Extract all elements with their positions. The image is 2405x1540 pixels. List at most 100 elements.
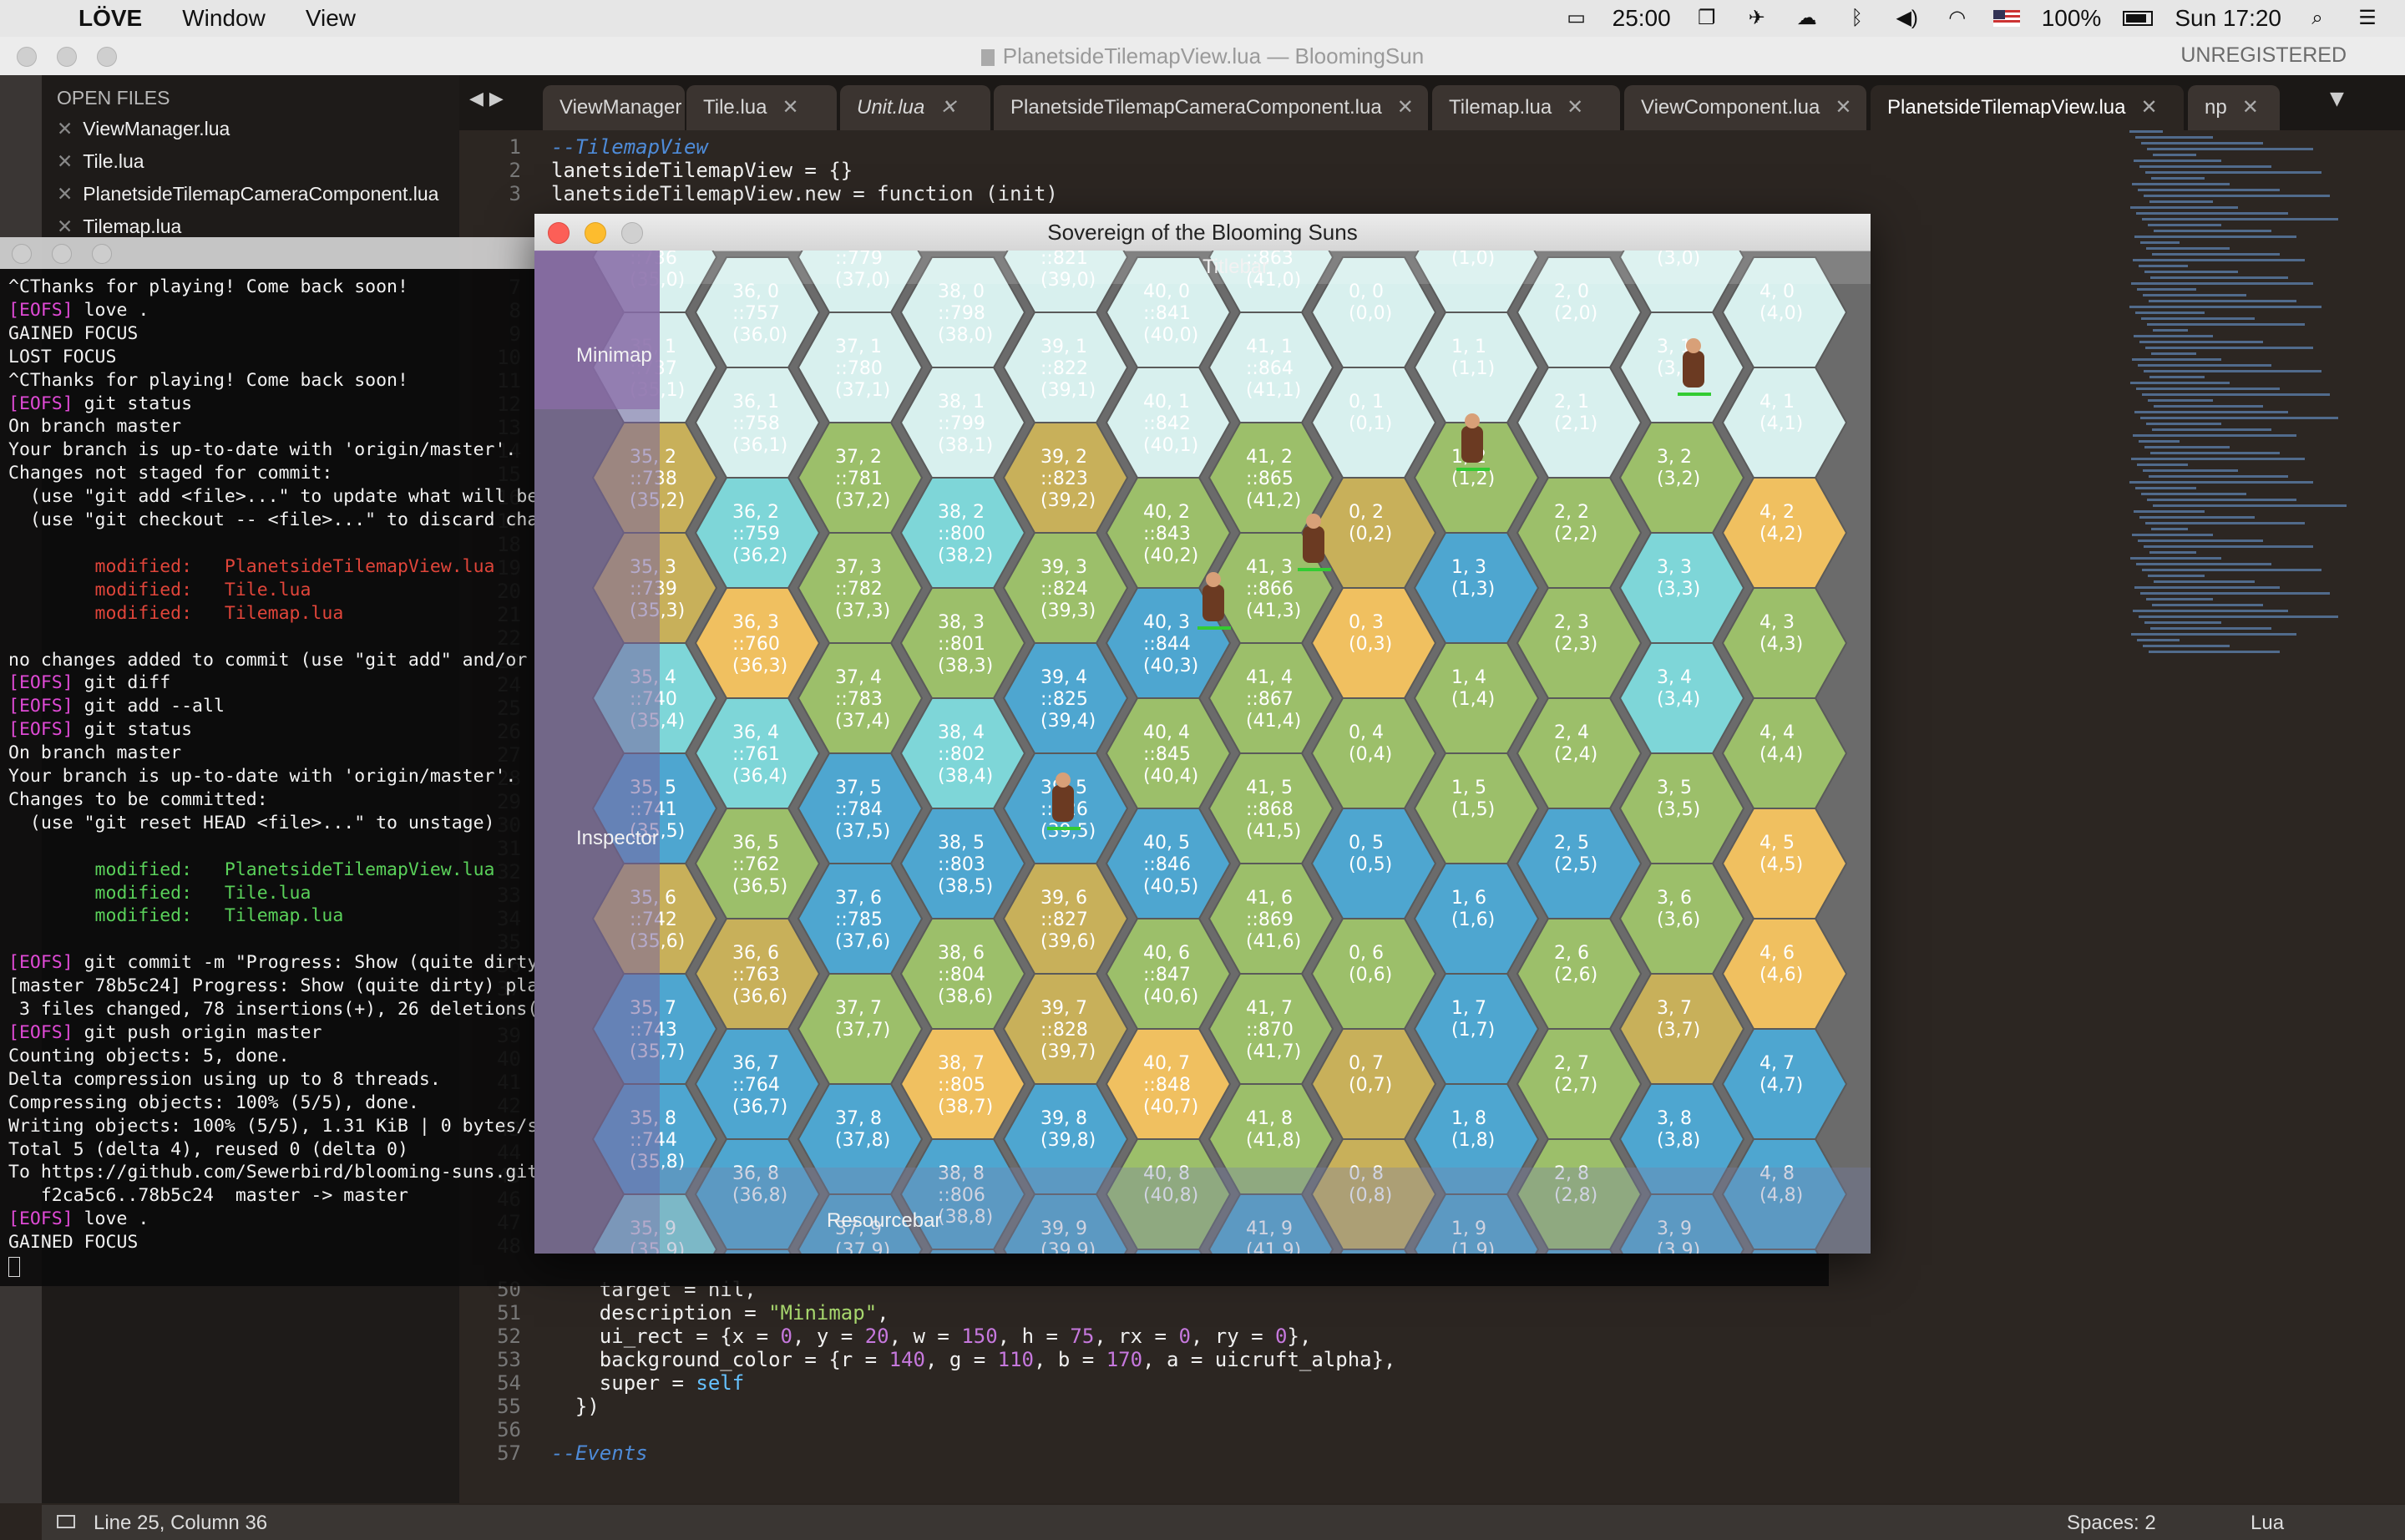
hex-label: 39, 6: [1040, 888, 1087, 909]
minimap-line: [2135, 312, 2205, 314]
hex-label: (38,1): [938, 435, 993, 456]
tab-dropdown-icon[interactable]: ▼: [2330, 89, 2344, 109]
wifi-icon[interactable]: ◠: [1943, 8, 1972, 29]
tab-label: Tilemap.lua: [1449, 96, 1552, 119]
close-icon[interactable]: ✕: [1397, 96, 1414, 119]
notification-center-icon[interactable]: ☰: [2353, 8, 2382, 29]
hex-label: 40, 7: [1143, 1053, 1190, 1074]
minimap-panel[interactable]: [534, 251, 660, 409]
tab-tile[interactable]: Tile.lua ✕: [686, 85, 837, 130]
indentation-setting[interactable]: Spaces: 2: [2067, 1512, 2156, 1535]
hex-label: (39,1): [1040, 380, 1096, 401]
tab-planetside-tilemap-view[interactable]: PlanetsideTilemapView.lua ✕: [1871, 85, 2184, 130]
sidebar-file[interactable]: ✕ ViewManager.lua: [42, 113, 459, 145]
hex-label: (36,2): [732, 545, 787, 566]
close-icon[interactable]: ✕: [57, 215, 73, 237]
menu-window[interactable]: Window: [162, 5, 286, 32]
minimap-line: [2129, 130, 2163, 133]
terminal-line: To https://github.com/Sewerbird/blooming…: [8, 1161, 581, 1184]
minimap-line: [2146, 598, 2213, 600]
minimap-line: [2154, 580, 2255, 583]
minimap-line: [2141, 317, 2255, 320]
terminal-line: 3 files changed, 78 insertions(+), 26 de…: [8, 998, 581, 1021]
code-line[interactable]: lanetsideTilemapView.new = function (ini…: [551, 182, 1058, 205]
bluetooth-icon[interactable]: ᛒ: [1843, 8, 1871, 29]
close-button[interactable]: [12, 244, 32, 264]
code-line[interactable]: background_color = {r = 140, g = 110, b …: [551, 1348, 1396, 1371]
line-number: 54: [497, 1371, 521, 1395]
terminal-text: ^CThanks for playing! Come back soon!: [8, 369, 408, 391]
hex-label: 2, 2: [1554, 502, 1589, 523]
app-menu[interactable]: LÖVE: [58, 5, 162, 32]
screen-icon[interactable]: ▭: [1562, 8, 1591, 29]
hex-label: 4, 5: [1759, 833, 1795, 854]
line-number: 52: [497, 1325, 521, 1348]
hex-label: (37,8): [835, 1130, 890, 1151]
hex-label: ::870: [1246, 1020, 1294, 1041]
close-icon[interactable]: ✕: [2141, 96, 2158, 119]
flag-icon[interactable]: [1992, 10, 2020, 27]
hex-label: 37, 2: [835, 447, 882, 468]
code-line[interactable]: description = "Minimap",: [551, 1301, 889, 1325]
tab-overflow[interactable]: np ✕: [2188, 85, 2280, 130]
telegram-icon[interactable]: ✈: [1743, 8, 1771, 29]
close-icon[interactable]: ✕: [2242, 96, 2259, 119]
sidebar-file[interactable]: ✕ Tile.lua: [42, 145, 459, 178]
code-line[interactable]: lanetsideTilemapView = {}: [551, 159, 853, 182]
close-icon[interactable]: ✕: [939, 96, 956, 119]
code-line[interactable]: --Events: [551, 1441, 648, 1465]
hex-label: 4, 1: [1759, 392, 1795, 413]
terminal-output[interactable]: ^CThanks for playing! Come back soon! [EO…: [8, 276, 581, 1278]
search-icon[interactable]: ⌕: [2303, 8, 2332, 29]
volume-icon[interactable]: ◀): [1893, 8, 1921, 29]
terminal-text: modified: PlanetsideTilemapView.lua: [8, 555, 495, 577]
hex-label: (3,5): [1657, 799, 1700, 820]
hex-label: 39, 3: [1040, 557, 1087, 578]
hex-label: (0,2): [1349, 524, 1392, 545]
code-minimap[interactable]: [2121, 130, 2355, 665]
close-icon[interactable]: ✕: [57, 150, 73, 172]
hex-label: (39,5): [1040, 821, 1096, 842]
hex-label: (3,6): [1657, 909, 1700, 930]
tab-unit[interactable]: Unit.lua ✕: [840, 85, 990, 130]
terminal-prompt: [EOFS]: [8, 952, 73, 974]
code-line[interactable]: ui_rect = {x = 0, y = 20, w = 150, h = 7…: [551, 1325, 1312, 1348]
game-canvas[interactable]: 35, 0::736(35,0)35, 1::737(35,1)35, 2::7…: [534, 251, 1871, 1254]
minimap-line: [2129, 481, 2313, 484]
panel-toggle-icon[interactable]: [57, 1515, 75, 1528]
close-icon[interactable]: ✕: [57, 118, 73, 139]
chat-icon[interactable]: ☁: [1793, 8, 1821, 29]
minimap-line: [2138, 540, 2263, 542]
minimap-line: [2139, 265, 2188, 267]
minimap-line: [2135, 136, 2213, 139]
sidebar-file[interactable]: ✕ PlanetsideTilemapCameraComponent.lua: [42, 178, 459, 210]
code-line[interactable]: }): [551, 1395, 600, 1418]
minimap-line: [2150, 627, 2271, 630]
code-line[interactable]: super = self: [551, 1371, 744, 1395]
terminal-line: ^CThanks for playing! Come back soon!: [8, 369, 581, 393]
code-line[interactable]: --TilemapView: [551, 135, 708, 159]
tab-viewcomponent[interactable]: ViewComponent.lua ✕: [1624, 85, 1866, 130]
menu-view[interactable]: View: [286, 5, 376, 32]
syntax-setting[interactable]: Lua: [2251, 1512, 2284, 1535]
clock-label[interactable]: Sun 17:20: [2175, 5, 2281, 32]
close-icon[interactable]: ✕: [1567, 96, 1583, 119]
hex-label: ::848: [1143, 1075, 1191, 1096]
tab-viewmanager[interactable]: ViewManager: [543, 85, 685, 130]
zoom-button[interactable]: [92, 244, 112, 264]
unit-head: [1056, 773, 1071, 788]
close-icon[interactable]: ✕: [57, 183, 73, 205]
hex-tilemap[interactable]: 35, 0::736(35,0)35, 1::737(35,1)35, 2::7…: [534, 251, 1871, 1254]
tab-tilemap[interactable]: Tilemap.lua ✕: [1432, 85, 1620, 130]
close-icon[interactable]: ✕: [782, 96, 798, 119]
close-icon[interactable]: ✕: [1835, 96, 1851, 119]
tab-camera-component[interactable]: PlanetsideTilemapCameraComponent.lua ✕: [994, 85, 1428, 130]
hex-label: ::804: [938, 965, 985, 985]
timer-label[interactable]: 25:00: [1613, 5, 1671, 32]
terminal-text: LOST FOCUS: [8, 346, 117, 367]
minimize-button[interactable]: [52, 244, 72, 264]
hex-label: (0,4): [1349, 744, 1392, 765]
copy-icon[interactable]: ❐: [1693, 8, 1721, 29]
battery-icon[interactable]: [2123, 11, 2154, 26]
minimap-line: [2130, 557, 2221, 560]
